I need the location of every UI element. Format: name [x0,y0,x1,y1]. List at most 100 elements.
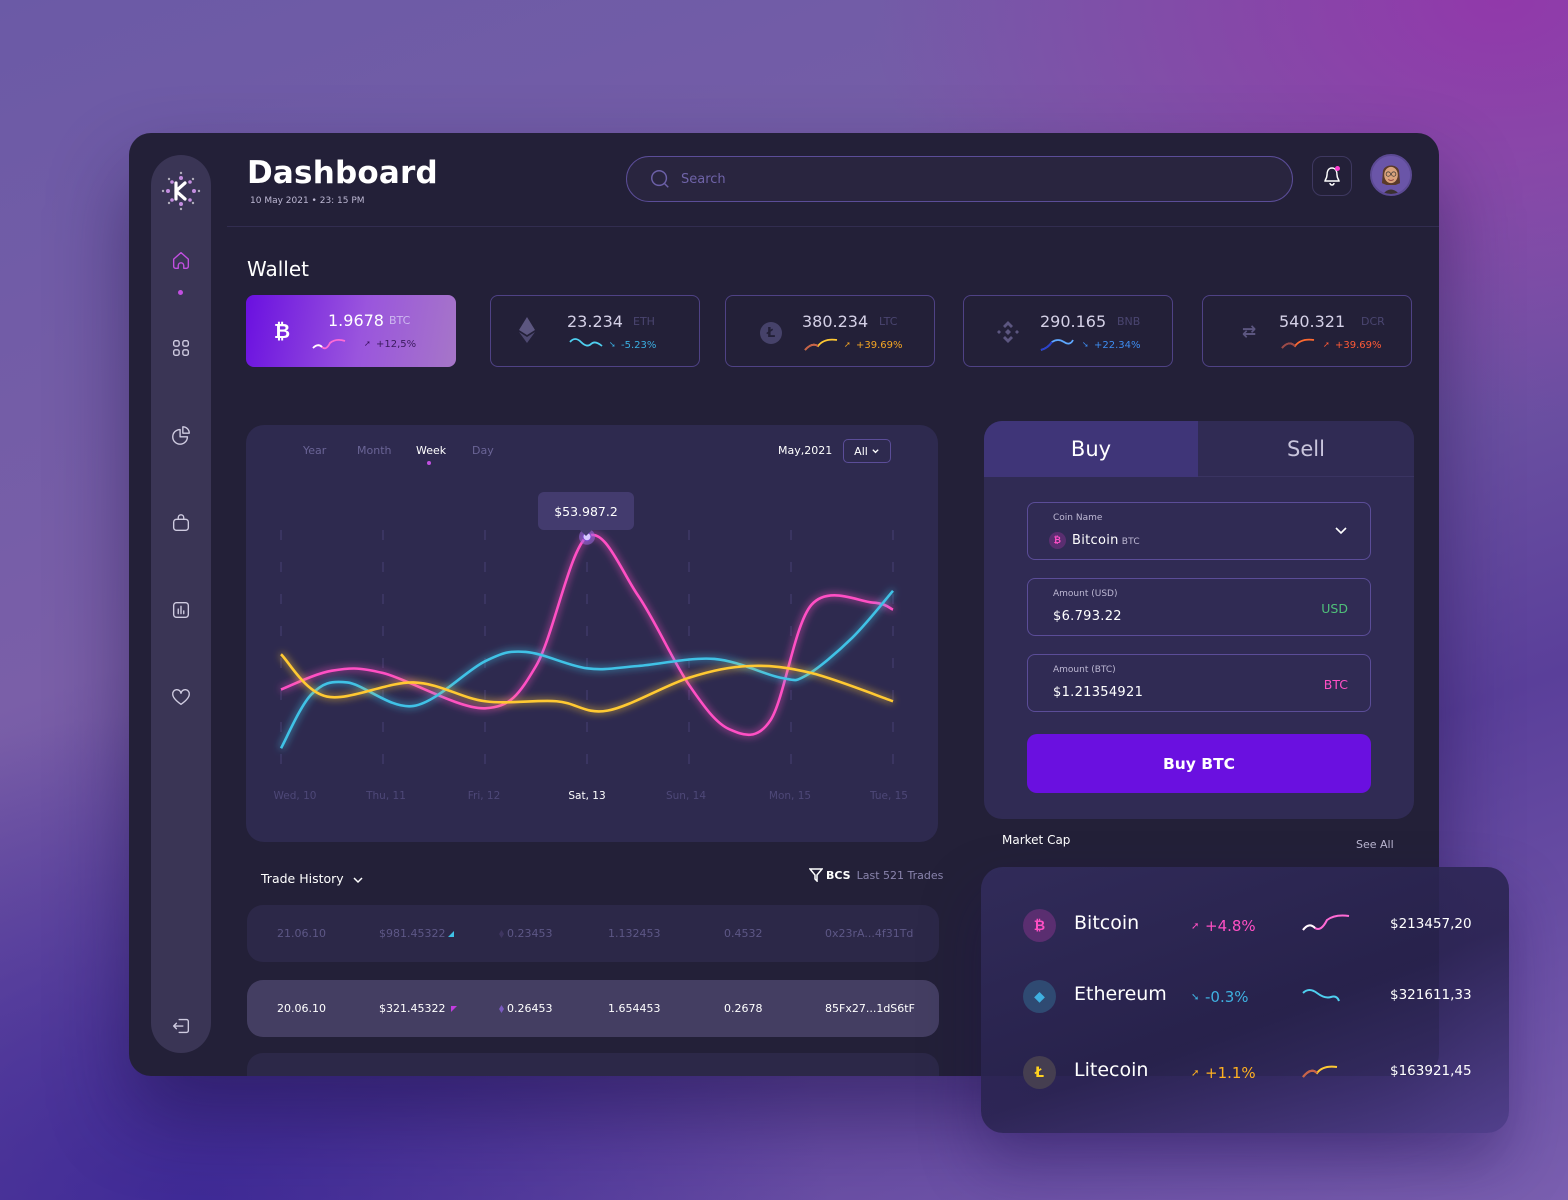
wallet-card-bnb[interactable]: 290.165 BNB ➘ +22.34% [963,295,1173,367]
coin-change: +1.1% [1205,1064,1256,1082]
trend-down-icon: ➘ [1191,992,1200,1003]
user-avatar[interactable] [1370,154,1412,196]
see-all-link[interactable]: See All [1356,838,1394,851]
sidebar-item-favorites[interactable] [166,682,196,712]
header-datetime: 10 May 2021 • 23: 15 PM [250,196,365,206]
search-input[interactable] [681,171,1241,187]
wallet-ticker: BNB [1117,315,1141,328]
logout-button[interactable] [166,1011,196,1041]
diamond-icon [499,930,504,938]
wallet-change: -5.23% [621,340,657,351]
active-indicator [178,290,183,295]
diamond-icon [499,1005,504,1013]
trade-filter[interactable]: BCS Last 521 Trades [809,868,943,882]
x-tick-label: Tue, 15 [870,790,908,802]
wallet-change: +39.69% [856,340,903,351]
page-title: Dashboard [247,155,438,191]
wallet-card-eth[interactable]: 23.234 ETH ➘ -5.23% [490,295,700,367]
wallet-change: +22.34% [1094,340,1141,351]
search-bar[interactable] [626,156,1293,202]
trade-row[interactable]: 20.06.10 $321.45322 0.26453 1.654453 0.2… [247,980,939,1037]
sparkline [569,338,603,347]
wallet-change: +12,5% [376,339,417,350]
trade-price: $321.45322 [379,1002,458,1015]
sparkline [804,338,838,351]
bag-icon [172,514,190,532]
wallet-card-ltc[interactable]: Ł 380.234 LTC ➚ +39.69% [725,295,935,367]
trend-up-icon: ➚ [844,340,851,349]
trend-up-icon [448,931,455,937]
avatar-image [1372,156,1410,194]
wallet-value: 1.9678 [328,311,384,330]
market-cap-row[interactable]: ₿ Bitcoin ➚ +4.8% $213457,20 [981,902,1509,952]
trade-address: 85Fx27...1dS6tF [825,1002,915,1015]
ethereum-icon [519,317,535,343]
sidebar-item-wallet[interactable] [166,508,196,538]
sparkline [1302,989,1340,1002]
header-divider [227,226,1439,227]
binance-icon [997,321,1019,343]
sparkline [1302,1065,1338,1078]
x-tick-label: Thu, 11 [366,790,406,802]
buy-btc-button[interactable]: Buy BTC [1027,734,1371,793]
coin-change: -0.3% [1205,988,1249,1006]
coin-select[interactable]: Coin Name ₿ Bitcoin BTC [1027,502,1371,560]
sidebar-item-home[interactable] [166,245,196,275]
chart-tooltip: $53.987.2 [538,492,634,536]
sidebar-item-reports[interactable] [166,595,196,625]
amount-btc-field[interactable]: Amount (BTC) $1.21354921 BTC [1027,654,1371,712]
coin-price: $321611,33 [1390,987,1472,1003]
bitcoin-icon: ₿ [1023,909,1056,942]
market-cap-row[interactable]: ◆ Ethereum ➘ -0.3% $321611,33 [981,973,1509,1023]
heart-icon [172,688,190,706]
amount-usd-unit: USD [1321,601,1348,616]
trade-date: 21.06.10 [277,927,326,940]
coin-name: Litecoin [1074,1059,1149,1081]
wallet-value: 380.234 [802,312,869,331]
wallet-card-btc[interactable]: ₿ 1.9678 BTC ➚ +12,5% [246,295,456,367]
wallet-ticker: DCR [1361,315,1385,328]
amount-usd-field[interactable]: Amount (USD) $6.793.22 USD [1027,578,1371,636]
sidebar-item-analytics[interactable] [166,420,196,450]
filter-icon [809,868,823,882]
amount-usd-value: $6.793.22 [1053,609,1122,624]
buy-sell-panel: Buy Sell Coin Name ₿ Bitcoin BTC Amount (U… [984,421,1414,819]
notifications-button[interactable] [1312,156,1352,196]
trade-history-title: Trade History [261,871,344,886]
market-cap-card: ₿ Bitcoin ➚ +4.8% $213457,20 ◆ Ethereum … [981,867,1509,1133]
market-cap-title: Market Cap [1002,833,1071,847]
x-tick-label: Mon, 15 [768,790,812,802]
trade-history-dropdown[interactable]: Trade History [261,871,364,886]
sidebar-item-apps[interactable] [166,333,196,363]
litecoin-icon: Ł [1023,1056,1056,1089]
amount-btc-value: $1.21354921 [1053,685,1144,700]
trend-down-icon: ➘ [1082,340,1089,349]
trade-date: 20.06.10 [277,1002,326,1015]
trend-up-icon: ➚ [1323,340,1330,349]
logo-icon[interactable] [157,167,205,215]
line-chart [279,528,894,770]
trade-price: $981.45322 [379,927,455,940]
coin-name: Ethereum [1074,983,1167,1005]
trade-amount-value: 0.23453 [507,927,553,940]
sparkline [1281,338,1315,349]
wallet-card-dcr[interactable]: ⇄ 540.321 DCR ➚ +39.69% [1202,295,1412,367]
coin-price: $163921,45 [1390,1063,1472,1079]
tab-sell[interactable]: Sell [1198,421,1414,477]
trade-row[interactable]: 21.06.10 $981.45322 0.23453 1.132453 0.4… [247,905,939,962]
x-tick-label: Wed, 10 [273,790,317,802]
bar-chart-icon [172,601,190,619]
market-cap-row[interactable]: Ł Litecoin ➚ +1.1% $163921,45 [981,1049,1509,1099]
trade-row[interactable] [247,1053,939,1076]
wallet-value: 23.234 [567,312,623,331]
home-icon [172,251,190,269]
trade-address: 0x23rA...4f31Td [825,927,914,940]
bitcoin-icon: ₿ [273,318,291,343]
tab-buy[interactable]: Buy [984,421,1198,477]
chevron-down-icon [353,876,363,883]
trade-amount-value: 0.26453 [507,1002,553,1015]
trend-up-icon: ➚ [364,339,371,348]
trend-up-icon: ➚ [1191,921,1200,932]
wallet-title: Wallet [247,257,310,281]
bitcoin-icon: ₿ [1049,532,1066,549]
